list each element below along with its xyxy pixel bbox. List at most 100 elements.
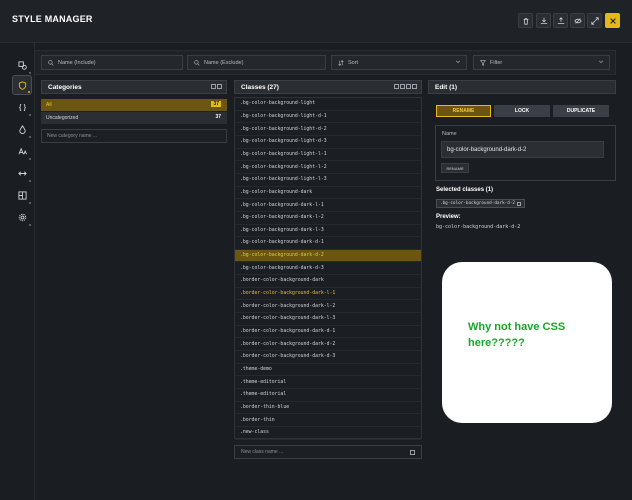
class-list-item[interactable]: .theme-demo (235, 364, 421, 377)
sidebar-item-typography[interactable] (12, 141, 32, 161)
expand-button[interactable] (587, 13, 602, 28)
sidebar-item-settings[interactable] (12, 207, 32, 227)
name-include-input[interactable]: Name (Include) (41, 55, 183, 70)
sidebar-item-color[interactable] (12, 119, 32, 139)
class-list-item[interactable]: .bg-color-background-light-l-2 (235, 161, 421, 174)
preview-value: bg-color-background-dark-d-2 (436, 224, 521, 230)
duplicate-tab[interactable]: DUPLICATE (553, 105, 609, 117)
category-count-badge: 37 (211, 101, 221, 107)
name-field[interactable]: bg-color-background-dark-d-2 (441, 141, 604, 158)
new-class-input[interactable]: New class name ... (234, 445, 422, 459)
filter-select[interactable]: Filter (473, 55, 610, 70)
filter-label: Filter (490, 59, 503, 66)
close-button[interactable] (605, 13, 620, 28)
shield-icon (18, 80, 26, 90)
class-list-item[interactable]: .border-color-background-dark-l-3 (235, 313, 421, 326)
class-list-item[interactable]: .bg-color-background-dark-l-3 (235, 225, 421, 238)
class-list-item[interactable]: .bg-color-background-dark-d-1 (235, 237, 421, 250)
sort-select[interactable]: Sort (331, 55, 467, 70)
upload-icon (557, 16, 564, 24)
chevron-down-icon (455, 60, 461, 64)
class-list-item[interactable]: .bg-color-background-dark-l-2 (235, 212, 421, 225)
class-list-item[interactable]: .border-color-background-dark-l-2 (235, 300, 421, 314)
sort-label: Sort (348, 59, 359, 66)
class-list-item[interactable]: .border-thin (235, 414, 421, 427)
category-item-uncategorized[interactable]: Uncategorized 37 (41, 112, 227, 124)
class-list-item[interactable]: .bg-color-background-light-d-1 (235, 111, 421, 124)
class-list-item[interactable]: .bg-color-background-light-l-3 (235, 174, 421, 187)
remove-chip-icon[interactable] (517, 201, 522, 206)
classes-header: Classes (27) (234, 80, 422, 94)
categories-header: Categories (41, 80, 227, 94)
class-list-item[interactable]: .new-class (235, 427, 421, 440)
classes-title: Classes (27) (241, 83, 279, 91)
new-category-placeholder: New category name ... (47, 133, 98, 139)
toggle-visibility-button[interactable] (570, 13, 585, 28)
selected-classes-title: Selected classes (1) (436, 187, 494, 193)
top-bar: STYLE MANAGER (0, 0, 632, 43)
new-category-input[interactable]: New category name ... (41, 129, 227, 143)
class-list-item[interactable]: .bg-color-background-dark-d-3 (235, 262, 421, 276)
class-list-item[interactable]: .border-color-background-dark-l-1 (235, 288, 421, 301)
category-count-badge: 37 (215, 114, 221, 120)
collapse-icon[interactable] (217, 84, 222, 89)
sidebar (0, 43, 35, 500)
class-list-item[interactable]: .border-color-background-dark (235, 275, 421, 288)
name-exclude-input[interactable]: Name (Exclude) (187, 55, 326, 70)
class-list-item[interactable]: .border-color-background-dark-d-3 (235, 351, 421, 364)
selected-class-chip[interactable]: .bg-color-background-dark-d-2 (436, 199, 526, 208)
selected-class-chip-label: .bg-color-background-dark-d-2 (440, 201, 516, 206)
export-icon[interactable] (211, 84, 216, 89)
class-list-item[interactable]: .bg-color-background-light-l-1 (235, 149, 421, 162)
class-list-item[interactable]: .bg-color-background-light-d-2 (235, 123, 421, 136)
name-field-value: bg-color-background-dark-d-2 (447, 146, 527, 153)
export-icon[interactable] (400, 84, 405, 89)
add-icon[interactable] (410, 450, 415, 455)
rename-button[interactable]: RENAME (441, 163, 469, 173)
sidebar-item-code[interactable] (12, 97, 32, 117)
new-class-placeholder: New class name ... (241, 449, 284, 455)
filter-icon (480, 59, 486, 66)
lock-icon[interactable] (394, 84, 399, 89)
rename-tab[interactable]: RENAME (436, 105, 491, 117)
class-list-item[interactable]: .border-color-background-dark-d-1 (235, 326, 421, 339)
sidebar-item-shield[interactable] (12, 75, 32, 95)
upload-button[interactable] (553, 13, 568, 28)
collapse-icon[interactable] (412, 84, 417, 89)
category-label: All (46, 102, 52, 108)
categories-title: Categories (48, 83, 82, 91)
sort-icon (338, 59, 344, 66)
search-icon (48, 59, 54, 66)
name-label: Name (442, 131, 457, 137)
font-size-icon (17, 147, 27, 154)
class-list-item[interactable]: .bg-color-background-dark (235, 187, 421, 200)
category-label: Uncategorized (46, 115, 79, 121)
name-include-placeholder: Name (Include) (58, 59, 96, 66)
class-list-item[interactable]: .bg-color-background-dark-d-2 (235, 249, 421, 263)
download-icon (540, 17, 547, 24)
annotation-text: Why not have CSS here????? (468, 321, 566, 349)
class-list-item[interactable]: .theme-editorial (235, 376, 421, 389)
trash-button[interactable] (518, 13, 533, 28)
category-item-all[interactable]: All 37 (41, 99, 227, 111)
class-list-item[interactable]: .border-color-background-dark-d-2 (235, 338, 421, 352)
download-button[interactable] (536, 13, 551, 28)
trash-icon[interactable] (406, 84, 411, 89)
edit-header: Edit (1) (428, 80, 616, 94)
class-list-item[interactable]: .bg-color-background-light (235, 98, 421, 111)
chevron-down-icon (598, 60, 604, 64)
sidebar-item-layout[interactable] (12, 185, 32, 205)
sidebar-item-spacing[interactable] (12, 163, 32, 183)
class-list-item[interactable]: .bg-color-background-dark-l-1 (235, 199, 421, 212)
edit-title: Edit (1) (435, 83, 458, 91)
class-list-item[interactable]: .bg-color-background-light-d-3 (235, 136, 421, 149)
shapes-icon (17, 60, 27, 70)
lock-tab[interactable]: LOCK (494, 105, 550, 117)
search-icon (194, 59, 200, 66)
sidebar-item-shapes[interactable] (12, 55, 32, 75)
class-list-item[interactable]: .border-thin-blue (235, 402, 421, 415)
app-title: STYLE MANAGER (12, 14, 93, 24)
layout-icon (17, 190, 27, 200)
eye-off-icon (573, 17, 582, 24)
class-list-item[interactable]: .theme-editorial (235, 389, 421, 402)
